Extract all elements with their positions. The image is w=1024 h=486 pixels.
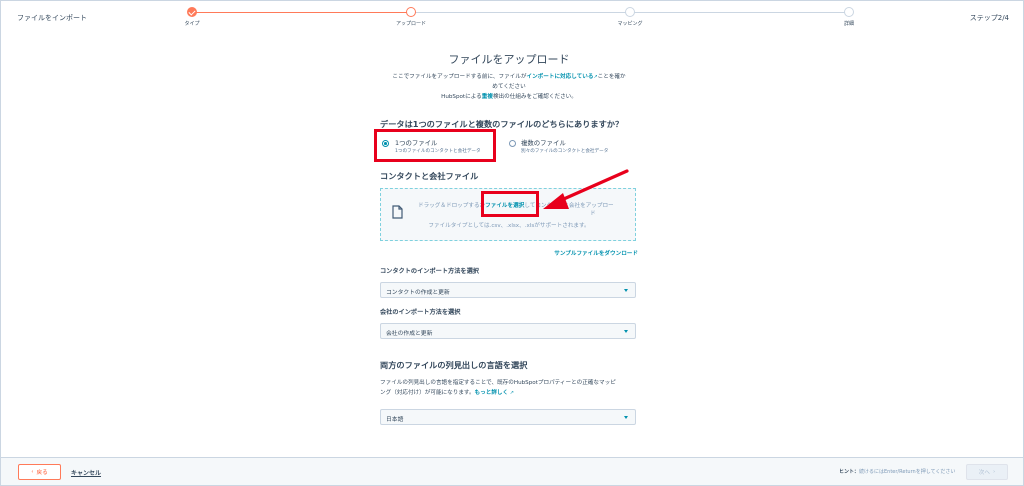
wizard-footer: ‹ 戻る キャンセル ヒント：続けるにはEnter/Returnを押してください… [1,457,1023,485]
chevron-right-icon: › [992,469,996,475]
language-desc-a: ファイルの列見出しの言語を指定することで、既存のHubSpotプロパティーとの正… [380,380,616,386]
duplicates-link[interactable]: 重複 [482,94,493,100]
intro-text-d: HubSpotによる [441,94,482,100]
red-arrow-icon [543,169,629,209]
language-description: ファイルの列見出しの言語を指定することで、既存のHubSpotプロパティーとの正… [380,378,638,398]
contact-method-label: コンタクトのインポート方法を選択 [380,268,479,275]
company-method-select[interactable]: 会社の作成と更新 [380,323,636,339]
files-section-title: コンタクトと会社ファイル [380,171,479,181]
step-details-marker [844,7,854,17]
step-mapping-label: マッピング [617,21,643,27]
progress-track-done [192,12,411,13]
file-icon [392,205,403,219]
wizard-header: ファイルをインポート タイプ アップロード マッピング 詳細 ステップ2/4 [1,1,1023,29]
dropzone-text-a: ドラッグ＆ドロップするか [418,203,486,209]
cancel-link[interactable]: キャンセル [71,468,101,477]
contact-method-select[interactable]: コンタクトの作成と更新 [380,282,636,298]
external-link-icon: ↗ [508,390,514,396]
keyboard-hint: ヒント：続けるにはEnter/Returnを押してください [839,468,955,475]
multiple-files-desc: 別々のファイルのコンタクトと会社データ [521,149,609,154]
chevron-down-icon [624,289,628,292]
intro-text-b: ことを確か [597,74,626,80]
hint-text: 続けるにはEnter/Returnを押してください [859,469,956,475]
language-desc-b: ング（対応付け）が可能になります。 [380,390,475,396]
step-upload-label: アップロード [395,21,427,27]
chevron-down-icon [624,416,628,419]
page-title: ファイルをアップロード [448,53,570,66]
step-counter: ステップ2/4 [969,14,1009,22]
step-upload-marker [406,7,416,17]
import-ready-link[interactable]: インポートに対応している [526,74,593,80]
step-details-label: 詳細 [843,21,855,27]
company-method-value: 会社の作成と更新 [386,331,433,337]
intro-text: ここでファイルをアップロードする前に、ファイルがインポートに対応している↗ことを… [380,72,638,102]
language-value: 日本語 [386,417,404,423]
hint-label: ヒント： [839,469,860,475]
language-section-title: 両方のファイルの列見出しの言語を選択 [380,360,528,370]
supported-types-hint: ファイルタイプとしては.csv、.xlsx、.xlsがサポートされます。 [428,223,590,229]
step-mapping-marker [625,7,635,17]
wizard-title: ファイルをインポート [17,14,87,22]
back-button-label: 戻る [36,470,48,476]
download-sample-link[interactable]: サンプルファイルをダウンロード [554,249,638,257]
back-button[interactable]: ‹ 戻る [18,464,61,480]
chevron-left-icon: ‹ [31,469,34,475]
step-type-label: タイプ [184,21,200,27]
intro-text-e: 検出の仕組みをご確認ください。 [492,94,577,100]
intro-text-c: めてください [492,84,526,90]
company-method-label: 会社のインポート方法を選択 [380,309,461,316]
multiple-files-label[interactable]: 複数のファイル [521,138,566,147]
next-button[interactable]: 次へ › [966,464,1008,480]
next-button-label: 次へ [978,470,990,476]
step-type-marker [187,7,197,17]
import-wizard: ファイルをインポート タイプ アップロード マッピング 詳細 ステップ2/4 フ… [0,0,1024,486]
intro-text-a: ここでファイルをアップロードする前に、ファイルが [392,74,527,80]
language-select[interactable]: 日本語 [380,409,636,425]
chevron-down-icon [624,330,628,333]
contact-method-value: コンタクトの作成と更新 [386,290,450,296]
learn-more-link[interactable]: もっと詳しく [475,390,509,396]
multiple-files-radio[interactable] [509,140,516,147]
highlight-one-file-option [374,129,496,162]
